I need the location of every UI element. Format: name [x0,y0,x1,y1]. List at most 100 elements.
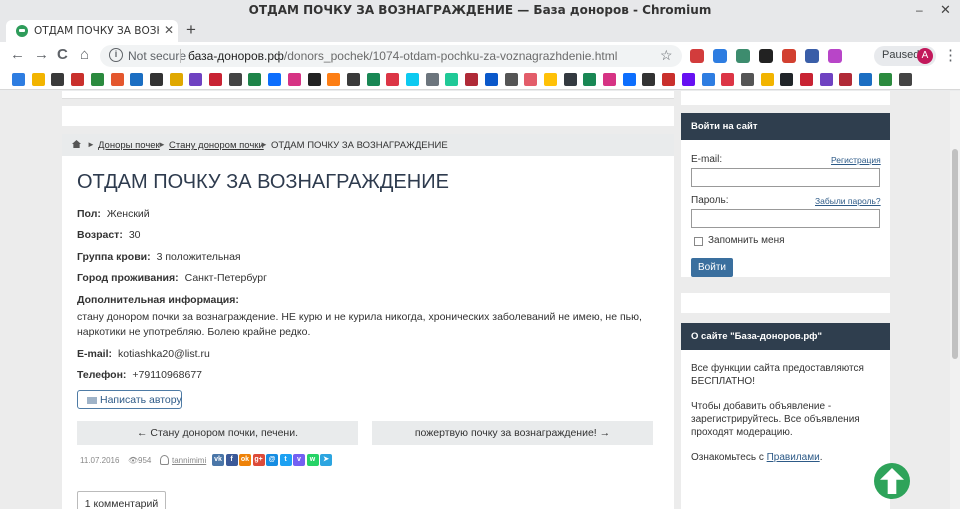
bookmark-favicon-icon[interactable] [583,73,597,86]
bookmark-favicon-icon[interactable] [268,73,282,86]
info-icon[interactable]: i [109,48,123,62]
bookmark-favicon-icon[interactable] [839,73,853,86]
reload-button[interactable]: C [57,46,68,63]
bookmark-favicon-icon[interactable] [524,73,538,86]
bookmark-favicon-icon[interactable] [681,73,695,86]
extension-icon[interactable] [805,49,819,63]
bookmark-favicon-icon[interactable] [642,73,656,86]
extension-icon[interactable] [690,49,704,63]
page-scrollbar[interactable] [950,91,960,509]
bookmark-favicon-icon[interactable] [859,73,873,86]
extension-icon[interactable] [736,49,750,63]
next-post-button[interactable]: пожертвую почку за вознаграждение! → [372,421,653,445]
remember-label[interactable]: Запомнить меня [708,235,785,246]
phone-value[interactable]: +79110968677 [132,369,202,381]
login-button[interactable]: Войти [691,258,733,277]
browser-menu-icon[interactable]: ⋮ [943,46,958,64]
bookmark-favicon-icon[interactable] [484,73,498,86]
extension-icon[interactable] [782,49,796,63]
bookmark-favicon-icon[interactable] [31,73,45,86]
bookmark-favicon-icon[interactable] [209,73,222,86]
bookmark-favicon-icon[interactable] [90,73,104,86]
bookmark-favicon-icon[interactable] [445,73,459,86]
bookmark-favicon-icon[interactable] [287,73,301,86]
home-button[interactable]: ⌂ [80,46,89,63]
breadcrumb-link-become-donor[interactable]: Стану донором почки [169,140,264,151]
tab-close-icon[interactable]: ✕ [164,23,174,37]
bookmark-favicon-icon[interactable] [71,73,85,86]
bookmark-favicon-icon[interactable] [307,73,321,86]
scroll-to-top-button[interactable] [874,463,910,499]
url-text[interactable]: база-доноров.рф/donors_pochek/1074-otdam… [188,49,617,63]
bookmark-favicon-icon[interactable] [248,73,262,86]
share-viber-icon[interactable]: v [293,454,305,466]
extension-icon[interactable] [828,49,842,63]
bookmark-favicon-icon[interactable] [228,73,242,86]
bookmark-favicon-icon[interactable] [327,73,341,86]
remember-checkbox[interactable] [694,237,703,246]
bookmark-favicon-icon[interactable] [760,73,774,86]
bookmark-favicon-icon[interactable] [780,73,794,86]
bookmark-favicon-icon[interactable] [425,73,439,86]
bookmark-favicon-icon[interactable] [149,73,163,86]
register-link[interactable]: Регистрация [831,155,881,165]
share-whatsapp-icon[interactable]: w [306,454,319,466]
share-moimir-icon[interactable]: @ [266,454,278,466]
prev-post-button[interactable]: ← Стану донором почки, печени. [77,421,358,445]
bookmark-star-icon[interactable]: ☆ [660,47,673,64]
bookmark-favicon-icon[interactable] [819,73,833,86]
bookmark-favicon-icon[interactable] [800,73,813,86]
profile-button[interactable]: Paused A [874,46,936,66]
bookmark-favicon-icon[interactable] [189,73,203,86]
bookmark-favicon-icon[interactable] [740,73,754,86]
share-vk-icon[interactable]: vk [212,454,224,466]
bookmark-favicon-icon[interactable] [12,73,25,86]
window-minimize-button[interactable]: – [916,3,923,17]
bookmark-favicon-icon[interactable] [662,73,676,86]
login-password-input[interactable] [691,209,880,228]
share-google-plus-icon[interactable]: g+ [252,454,265,466]
forgot-password-link[interactable]: Забыли пароль? [815,196,881,206]
write-author-button[interactable]: Написать автору [77,390,182,409]
bookmark-favicon-icon[interactable] [51,73,65,86]
bookmark-favicon-icon[interactable] [701,73,715,86]
bookmark-favicon-icon[interactable] [543,73,557,86]
login-email-input[interactable] [691,168,880,187]
bookmark-favicon-icon[interactable] [130,73,144,86]
bookmark-favicon-icon[interactable] [465,73,479,86]
breadcrumb-link-donors[interactable]: Доноры почек [98,140,160,151]
forward-button[interactable]: → [34,46,49,63]
window-close-button[interactable]: ✕ [940,2,951,18]
new-tab-button[interactable]: + [186,20,196,40]
share-odnoklassniki-icon[interactable]: ok [239,454,251,466]
scrollbar-thumb[interactable] [952,149,958,359]
bookmark-favicon-icon[interactable] [878,73,892,86]
home-icon[interactable] [72,140,81,148]
author-link[interactable]: tannimimi [172,456,206,465]
bookmark-favicon-icon[interactable] [169,73,183,86]
bookmark-favicon-icon[interactable] [622,73,636,86]
bookmark-favicon-icon[interactable] [504,73,518,86]
bookmark-favicon-icon[interactable] [346,73,360,86]
address-bar[interactable]: i Not secure база-доноров.рф/donors_poch… [100,45,682,67]
share-facebook-icon[interactable]: f [225,454,238,466]
bookmark-favicon-icon[interactable] [563,73,577,86]
email-value[interactable]: kotiashka20@list.ru [118,348,210,360]
bookmark-favicon-icon[interactable] [721,73,735,86]
bookmark-favicon-icon[interactable] [898,73,912,86]
back-button[interactable]: ← [10,46,25,63]
bookmark-favicon-icon[interactable] [603,73,616,86]
bookmark-favicon-icon[interactable] [366,73,380,86]
share-telegram-icon[interactable]: ➤ [320,454,332,466]
comments-button[interactable]: 1 комментарий [77,491,166,509]
bookmark-favicon-icon[interactable] [386,73,400,86]
tab-active[interactable]: ОТДАМ ПОЧКУ ЗА ВОЗНАГРАЖДЕНИЕ ✕ [6,20,178,42]
email-label: E-mail: [77,348,113,360]
share-twitter-icon[interactable]: t [279,454,292,466]
rules-link[interactable]: Правилами [767,452,820,463]
post-date: 11.07.2016 [80,456,120,465]
bookmark-favicon-icon[interactable] [110,73,124,86]
bookmark-favicon-icon[interactable] [406,73,419,86]
extension-icon[interactable] [759,49,773,63]
extension-icon[interactable] [713,49,727,63]
